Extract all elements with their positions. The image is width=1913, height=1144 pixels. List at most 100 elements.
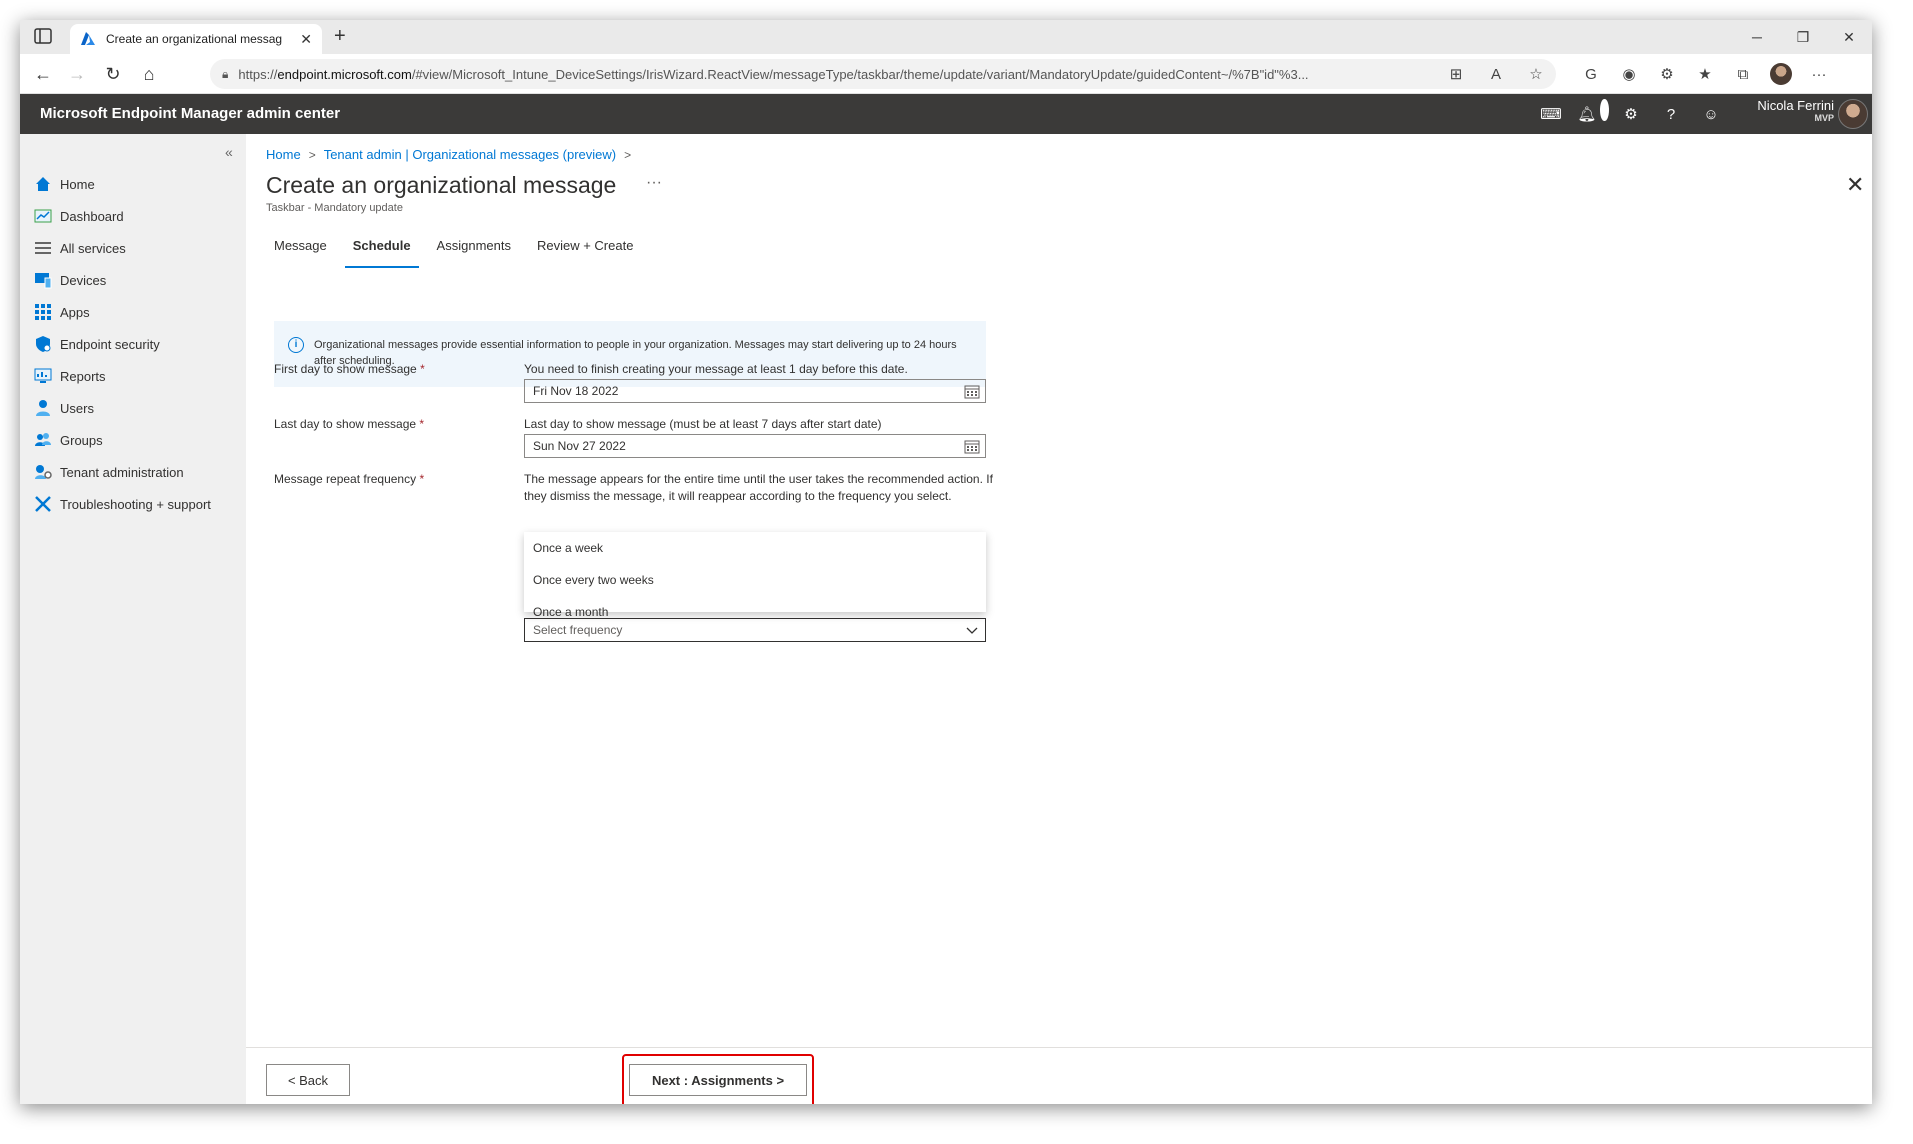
- collections-icon[interactable]: ⧉: [1732, 63, 1754, 85]
- google-extension-icon[interactable]: G: [1580, 63, 1602, 85]
- frequency-hint: The message appears for the entire time …: [524, 472, 993, 503]
- last-day-date-field[interactable]: Sun Nov 27 2022: [524, 434, 986, 458]
- last-day-label: Last day to show message *: [274, 417, 424, 431]
- list-icon: [34, 239, 52, 257]
- user-name: Nicola Ferrini: [1757, 98, 1834, 113]
- last-day-hint: Last day to show message (must be at lea…: [524, 417, 882, 431]
- first-day-label: First day to show message *: [274, 362, 425, 376]
- tab-actions-icon[interactable]: [34, 28, 52, 44]
- window-controls: ─ ❐ ✕: [1734, 20, 1872, 54]
- frequency-options-list: Once a week Once every two weeks Once a …: [524, 532, 986, 619]
- forward-arrow-icon[interactable]: →: [66, 63, 88, 85]
- frequency-label-text: Message repeat frequency: [274, 472, 417, 486]
- browser-window: Create an organizational messag ✕ + ─ ❐ …: [20, 20, 1872, 1104]
- tab-review-create[interactable]: Review + Create: [529, 238, 641, 268]
- cloud-shell-icon[interactable]: ⌨: [1540, 103, 1562, 125]
- profile-icon[interactable]: [1770, 63, 1792, 85]
- back-button[interactable]: < Back: [266, 1064, 350, 1096]
- sidebar-item-all-services[interactable]: All services: [34, 232, 211, 264]
- back-arrow-icon[interactable]: ←: [32, 63, 54, 85]
- breadcrumb-separator-icon: >: [308, 147, 316, 162]
- collapse-sidebar-icon[interactable]: «: [225, 144, 233, 160]
- calendar-icon[interactable]: [964, 383, 980, 399]
- add-favorite-icon[interactable]: ☆: [1525, 63, 1547, 85]
- app-name[interactable]: Microsoft Endpoint Manager admin center: [40, 105, 340, 122]
- sidebar-item-label: Dashboard: [60, 208, 124, 224]
- breadcrumb-tenant-admin[interactable]: Tenant admin | Organizational messages (…: [324, 147, 616, 162]
- read-aloud-icon[interactable]: A: [1485, 63, 1507, 85]
- more-options-icon[interactable]: ···: [646, 174, 662, 192]
- browser-tab[interactable]: Create an organizational messag ✕: [70, 24, 322, 54]
- sidebar-item-home[interactable]: Home: [34, 168, 211, 200]
- close-blade-icon[interactable]: ✕: [1846, 172, 1864, 198]
- refresh-icon[interactable]: ↻: [102, 63, 124, 85]
- password-extension-icon[interactable]: ◉: [1618, 63, 1640, 85]
- option-once-a-week[interactable]: Once a week: [524, 532, 986, 564]
- first-day-date-field[interactable]: Fri Nov 18 2022: [524, 379, 986, 403]
- extensions-icon[interactable]: ⚙: [1656, 63, 1678, 85]
- tab-schedule[interactable]: Schedule: [344, 238, 419, 268]
- new-tab-icon[interactable]: +: [334, 25, 346, 48]
- sidebar-item-troubleshooting[interactable]: Troubleshooting + support: [34, 488, 211, 520]
- sidebar-item-users[interactable]: Users: [34, 392, 211, 424]
- calendar-icon[interactable]: [964, 438, 980, 454]
- url-field[interactable]: 🔒︎ https://endpoint.microsoft.com/#view/…: [210, 59, 1556, 89]
- notification-badge: 1: [1600, 99, 1609, 121]
- feedback-icon[interactable]: ☺: [1700, 103, 1722, 125]
- sidebar-item-reports[interactable]: Reports: [34, 360, 211, 392]
- sidebar-item-endpoint-security[interactable]: Endpoint security: [34, 328, 211, 360]
- notifications-icon[interactable]: 🔔︎ 1: [1577, 99, 1609, 125]
- url-path: /#view/Microsoft_Intune_DeviceSettings/I…: [411, 66, 1309, 82]
- required-marker: *: [419, 472, 425, 486]
- minimize-icon[interactable]: ─: [1734, 20, 1780, 54]
- azure-logo-icon: [81, 32, 95, 45]
- first-day-value: Fri Nov 18 2022: [533, 384, 619, 398]
- home-browser-icon[interactable]: ⌂: [138, 63, 160, 85]
- sidebar-item-dashboard[interactable]: Dashboard: [34, 200, 211, 232]
- user-account[interactable]: Nicola Ferrini MVP: [1750, 98, 1834, 123]
- home-icon: [34, 175, 52, 193]
- sidebar-item-devices[interactable]: Devices: [34, 264, 211, 296]
- url-actions: ⊞ A ☆: [1445, 63, 1547, 85]
- settings-gear-icon[interactable]: ⚙: [1620, 103, 1642, 125]
- reports-icon: [34, 367, 52, 385]
- lock-icon[interactable]: 🔒︎: [222, 67, 228, 82]
- shield-icon: [34, 335, 52, 353]
- next-assignments-button[interactable]: Next : Assignments >: [629, 1064, 807, 1096]
- address-bar: ← → ↻ ⌂ 🔒︎ https://endpoint.microsoft.co…: [20, 54, 1872, 94]
- devices-icon: [34, 271, 52, 289]
- app-available-icon[interactable]: ⊞: [1445, 63, 1467, 85]
- user-role: MVP: [1814, 113, 1834, 123]
- sidebar-item-label: Apps: [60, 304, 90, 320]
- tab-message[interactable]: Message: [266, 238, 335, 268]
- help-icon[interactable]: ?: [1660, 103, 1682, 125]
- sidebar-item-apps[interactable]: Apps: [34, 296, 211, 328]
- user-icon: [34, 399, 52, 417]
- option-once-every-two-weeks[interactable]: Once every two weeks: [524, 564, 986, 596]
- apps-icon: [34, 303, 52, 321]
- option-once-a-month[interactable]: Once a month: [524, 596, 986, 628]
- required-marker: *: [419, 417, 425, 431]
- browser-toolbar: G ◉ ⚙ ★ ⧉ ···: [1580, 63, 1830, 85]
- sidebar: « Home Dashboard All services Devices Ap…: [20, 134, 246, 1104]
- favorites-icon[interactable]: ★: [1694, 63, 1716, 85]
- portal-header: Microsoft Endpoint Manager admin center …: [20, 94, 1872, 134]
- user-avatar[interactable]: [1838, 99, 1868, 129]
- dashboard-icon: [34, 207, 52, 225]
- sidebar-item-groups[interactable]: Groups: [34, 424, 211, 456]
- close-window-icon[interactable]: ✕: [1826, 20, 1872, 54]
- required-marker: *: [420, 362, 425, 376]
- sidebar-item-tenant-administration[interactable]: Tenant administration: [34, 456, 211, 488]
- tab-assignments[interactable]: Assignments: [429, 238, 519, 268]
- wizard-tabs: Message Schedule Assignments Review + Cr…: [266, 238, 651, 268]
- close-tab-icon[interactable]: ✕: [300, 31, 312, 48]
- breadcrumb-separator-icon: >: [624, 147, 632, 162]
- url-host: endpoint.microsoft.com: [277, 66, 412, 82]
- tab-strip: Create an organizational messag ✕ + ─ ❐ …: [20, 20, 1872, 54]
- more-menu-icon[interactable]: ···: [1808, 63, 1830, 85]
- first-day-label-text: First day to show message: [274, 362, 417, 376]
- restore-icon[interactable]: ❐: [1780, 20, 1826, 54]
- last-day-value: Sun Nov 27 2022: [533, 439, 626, 453]
- header-actions: ⌨ 🔔︎ 1 ⚙ ? ☺: [1540, 99, 1722, 125]
- breadcrumb-home[interactable]: Home: [266, 147, 301, 162]
